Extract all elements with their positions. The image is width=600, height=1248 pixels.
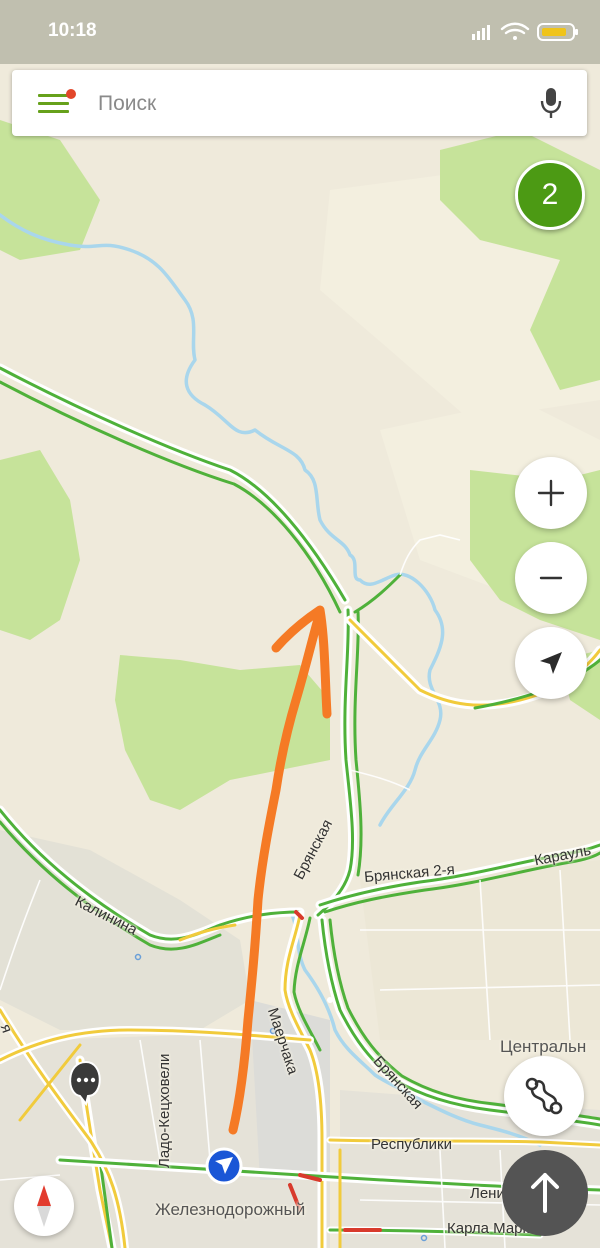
go-button[interactable] (502, 1150, 588, 1236)
wifi-icon (500, 22, 530, 40)
location-arrow-icon (540, 652, 562, 674)
district-label-zheleznodorozhny: Железнодорожный (155, 1200, 306, 1219)
zoom-out-button[interactable] (515, 542, 587, 614)
map-canvas[interactable] (0, 0, 600, 1248)
street-label-respubliki: Республики (371, 1136, 452, 1153)
arrow-up-icon (531, 1173, 559, 1213)
minus-icon (539, 576, 563, 580)
search-bar (12, 70, 587, 136)
compass-icon (37, 1185, 51, 1227)
notification-badge[interactable]: 2 (515, 160, 585, 230)
battery-icon (537, 23, 578, 41)
status-bar: 10:18 (0, 0, 600, 64)
current-location-marker (205, 1147, 243, 1185)
plus-icon (537, 479, 565, 507)
my-location-button[interactable] (515, 627, 587, 699)
route-button[interactable] (504, 1056, 584, 1136)
status-time: 10:18 (48, 20, 97, 41)
signal-icon (472, 25, 490, 40)
notification-dot (66, 89, 76, 99)
status-icons (472, 22, 578, 41)
zoom-in-button[interactable] (515, 457, 587, 529)
district-label-centralny: Центральн (500, 1037, 587, 1056)
mic-icon[interactable] (539, 86, 563, 120)
street-label-lado-ketskhoveli: Ладо-Кецховели (156, 1053, 173, 1168)
menu-button[interactable] (36, 88, 76, 120)
search-input[interactable] (96, 86, 500, 122)
compass-button[interactable] (14, 1176, 74, 1236)
menu-icon (38, 94, 69, 97)
route-icon (525, 1077, 563, 1115)
